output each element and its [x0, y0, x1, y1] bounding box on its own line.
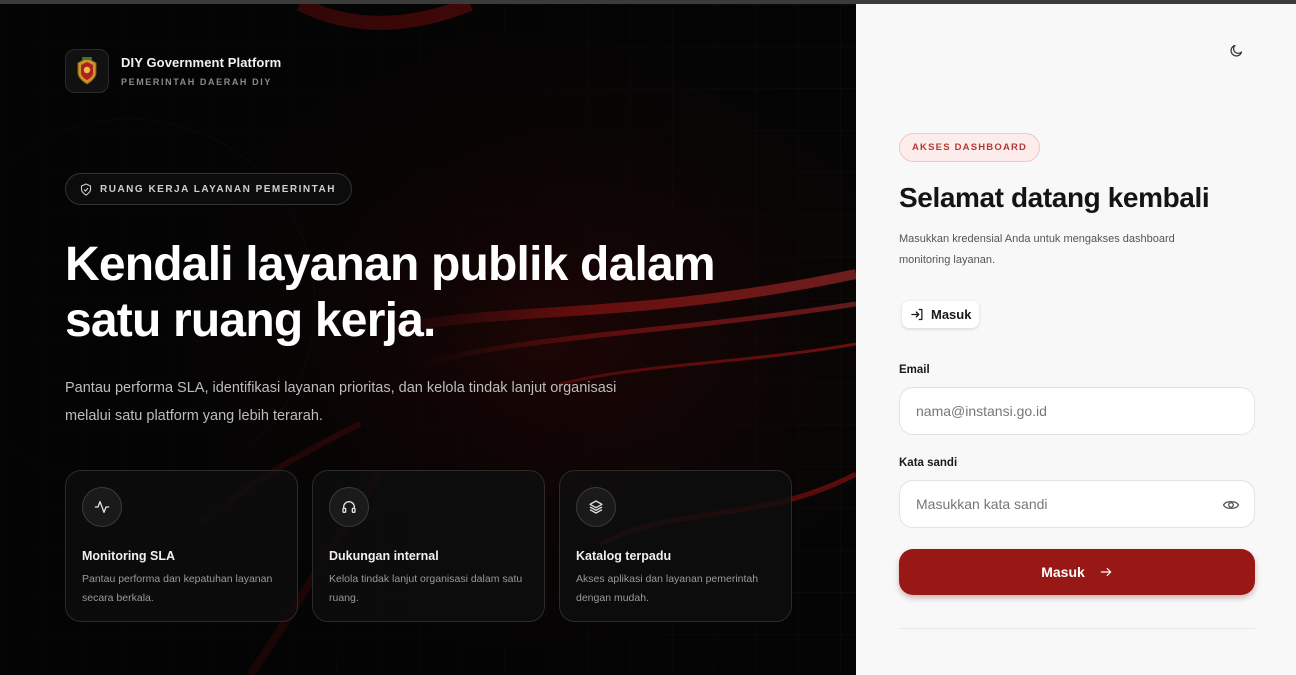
tab-login-label: Masuk [931, 307, 972, 322]
password-label: Kata sandi [899, 457, 958, 469]
password-field[interactable] [900, 481, 1254, 527]
crest-icon [77, 57, 97, 85]
email-field-wrapper [899, 387, 1255, 435]
feature-title: Dukungan internal [329, 549, 439, 563]
email-field[interactable] [900, 388, 1254, 434]
eye-icon[interactable] [1222, 496, 1240, 514]
workspace-pill: RUANG KERJA LAYANAN PEMERINTAH [65, 173, 352, 205]
activity-icon [82, 487, 122, 527]
email-label: Email [899, 364, 930, 376]
hero-title: Kendali layanan publik dalam satu ruang … [65, 238, 716, 347]
login-title: Selamat datang kembali [899, 182, 1210, 213]
headphones-icon [329, 487, 369, 527]
feature-title: Monitoring SLA [82, 549, 176, 563]
login-panel: AKSES DASHBOARD Selamat datang kembali M… [856, 4, 1296, 675]
hero-description: Pantau performa SLA, identifikasi layana… [65, 380, 617, 424]
login-submit-label: Masuk [1041, 564, 1085, 580]
feature-card-catalog: Katalog terpadu Akses aplikasi dan layan… [559, 470, 792, 622]
brand-logo [65, 49, 109, 93]
brand-subtitle: PEMERINTAH DAERAH DIY [121, 77, 272, 87]
feature-title: Katalog terpadu [576, 549, 672, 563]
login-description: Masukkan kredensial Anda untuk mengakses… [899, 233, 1175, 266]
hero-panel: DIY Government Platform PEMERINTAH DAERA… [0, 4, 856, 675]
dashboard-access-badge: AKSES DASHBOARD [899, 133, 1041, 162]
divider [899, 628, 1255, 629]
workspace-pill-label: RUANG KERJA LAYANAN PEMERINTAH [100, 183, 336, 195]
feature-card-monitoring: Monitoring SLA Pantau performa dan kepat… [65, 470, 298, 622]
feature-description: Kelola tindak lanjut organisasi dalam sa… [329, 573, 523, 604]
tab-login[interactable]: Masuk [902, 301, 980, 328]
theme-toggle-button[interactable] [1224, 38, 1248, 62]
layers-icon [576, 487, 616, 527]
brand-title: DIY Government Platform [121, 55, 282, 70]
arrow-right-icon [1100, 567, 1112, 577]
feature-card-support: Dukungan internal Kelola tindak lanjut o… [312, 470, 545, 622]
feature-description: Pantau performa dan kepatuhan layanan se… [82, 573, 273, 604]
shield-icon [80, 182, 92, 196]
login-icon [911, 308, 923, 321]
feature-description: Akses aplikasi dan layanan pemerintah de… [576, 573, 759, 604]
password-field-wrapper [899, 480, 1255, 528]
moon-icon [1229, 44, 1242, 57]
brand: DIY Government Platform PEMERINTAH DAERA… [65, 49, 281, 93]
login-submit-button[interactable]: Masuk [899, 549, 1255, 595]
